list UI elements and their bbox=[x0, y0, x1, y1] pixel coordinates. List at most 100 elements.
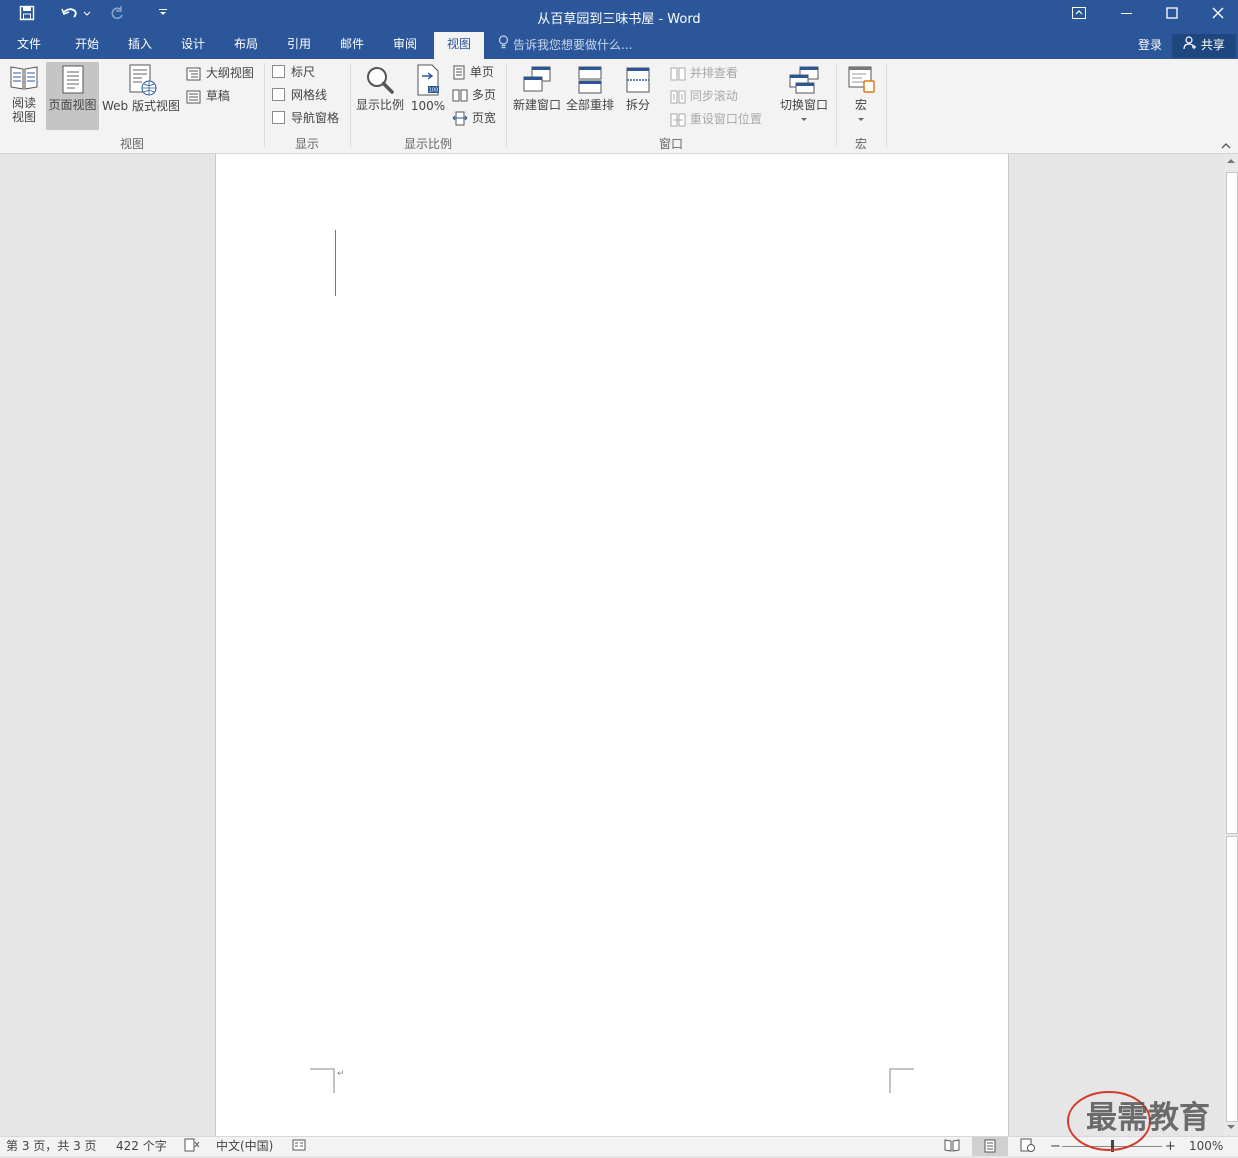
close-icon[interactable] bbox=[1195, 0, 1238, 32]
web-layout-icon bbox=[129, 64, 157, 96]
draft-icon bbox=[186, 90, 201, 103]
print-layout-label: 页面视图 bbox=[48, 98, 97, 112]
share-button[interactable]: 共享 bbox=[1172, 34, 1236, 58]
share-label: 共享 bbox=[1200, 38, 1225, 52]
one-page-label: 单页 bbox=[469, 65, 494, 79]
chevron-down-icon bbox=[858, 118, 864, 121]
zoom-button[interactable]: 显示比例 bbox=[354, 61, 406, 112]
tab-references[interactable]: 引用 bbox=[275, 32, 323, 59]
tab-insert[interactable]: 插入 bbox=[116, 32, 164, 59]
svg-text:↵: ↵ bbox=[337, 1069, 345, 1079]
zoom-out-button[interactable]: − bbox=[1050, 1138, 1061, 1155]
zoom-100-icon: 100 bbox=[417, 64, 439, 96]
nav-pane-label: 导航窗格 bbox=[291, 111, 340, 125]
tab-view[interactable]: 视图 bbox=[434, 32, 484, 59]
print-layout-view-icon[interactable] bbox=[972, 1137, 1008, 1156]
web-layout-button[interactable]: Web 版式视图 bbox=[100, 61, 182, 113]
gridlines-label: 网格线 bbox=[291, 88, 328, 102]
maximize-icon[interactable] bbox=[1149, 0, 1195, 32]
minimize-icon[interactable] bbox=[1104, 0, 1150, 32]
document-page[interactable]: ↵ bbox=[215, 154, 1009, 1136]
macros-group-label: 宏 bbox=[854, 137, 867, 151]
watermark-logo: 最需教育 bbox=[1062, 1086, 1238, 1152]
reset-position-label: 重设窗口位置 bbox=[689, 112, 762, 126]
collapse-ribbon-icon[interactable] bbox=[1220, 139, 1232, 153]
arrange-all-label: 全部重排 bbox=[565, 98, 614, 112]
zoom-100-label: 100% bbox=[410, 99, 446, 113]
lightbulb-icon bbox=[498, 32, 509, 59]
vertical-scrollbar[interactable] bbox=[1224, 154, 1238, 1136]
margin-crop-mark-left: ↵ bbox=[310, 1068, 345, 1093]
tab-review[interactable]: 审阅 bbox=[381, 32, 429, 59]
language-indicator[interactable]: 中文(中国) bbox=[216, 1138, 273, 1155]
page-width-icon bbox=[452, 111, 468, 126]
group-separator bbox=[886, 63, 887, 147]
tab-mailings[interactable]: 邮件 bbox=[328, 32, 376, 59]
read-mode-button[interactable]: 阅读 视图 bbox=[4, 61, 44, 124]
sync-scroll-label: 同步滚动 bbox=[689, 89, 738, 103]
magnifier-icon bbox=[367, 67, 394, 94]
split-button[interactable]: 拆分 bbox=[618, 61, 658, 112]
synchronous-scrolling-button[interactable]: 同步滚动 bbox=[670, 86, 738, 106]
sync-scroll-icon bbox=[670, 90, 686, 103]
arrange-all-button[interactable]: 全部重排 bbox=[564, 61, 616, 112]
page-width-label: 页宽 bbox=[471, 111, 496, 125]
ribbon-display-options-icon[interactable] bbox=[1056, 0, 1102, 32]
ruler-checkbox-box[interactable] bbox=[272, 65, 285, 78]
ruler-label: 标尺 bbox=[291, 65, 316, 79]
window-group-label: 窗口 bbox=[658, 137, 683, 151]
outline-label: 大纲视图 bbox=[205, 66, 254, 80]
gridlines-checkbox[interactable]: 网格线 bbox=[272, 85, 327, 105]
multiple-pages-icon bbox=[452, 89, 468, 102]
page-count[interactable]: 第 3 页，共 3 页 bbox=[6, 1138, 97, 1155]
new-window-icon bbox=[523, 66, 551, 92]
reset-window-position-button[interactable]: 重设窗口位置 bbox=[670, 109, 762, 129]
side-by-side-icon bbox=[670, 67, 686, 80]
view-side-by-side-button[interactable]: 并排查看 bbox=[670, 63, 738, 83]
macros-icon bbox=[848, 66, 875, 93]
multiple-pages-button[interactable]: 多页 bbox=[452, 85, 496, 105]
macro-recording-icon[interactable] bbox=[292, 1138, 306, 1157]
zoom-100-button[interactable]: 100 100% bbox=[408, 61, 448, 113]
one-page-button[interactable]: 单页 bbox=[452, 62, 494, 82]
svg-text:100: 100 bbox=[429, 88, 439, 94]
web-layout-view-icon[interactable] bbox=[1020, 1138, 1036, 1157]
scroll-up-icon[interactable] bbox=[1227, 158, 1235, 164]
macros-button[interactable]: 宏 bbox=[840, 61, 882, 126]
ribbon-tab-bar: 文件 开始 插入 设计 布局 引用 邮件 审阅 视图 告诉我您想要做什么... … bbox=[0, 32, 1238, 59]
proofing-icon[interactable] bbox=[184, 1138, 200, 1157]
switch-windows-label: 切换窗口 bbox=[779, 98, 828, 112]
draft-button[interactable]: 草稿 bbox=[186, 86, 230, 106]
print-layout-button[interactable]: 页面视图 bbox=[46, 62, 99, 130]
nav-pane-checkbox[interactable]: 导航窗格 bbox=[272, 108, 339, 128]
split-icon bbox=[626, 67, 650, 93]
tab-file[interactable]: 文件 bbox=[5, 32, 53, 59]
person-icon bbox=[1183, 35, 1197, 57]
ruler-checkbox[interactable]: 标尺 bbox=[272, 62, 315, 82]
read-mode-view-icon[interactable] bbox=[944, 1138, 960, 1157]
scrollbar-track-upper[interactable] bbox=[1226, 172, 1238, 834]
read-mode-icon bbox=[10, 66, 38, 90]
read-mode-label-1: 阅读 bbox=[11, 96, 36, 110]
zoom-group-label: 显示比例 bbox=[403, 137, 452, 151]
page-width-button[interactable]: 页宽 bbox=[452, 108, 496, 128]
chevron-down-icon bbox=[801, 118, 807, 121]
switch-windows-icon bbox=[789, 66, 819, 94]
arrange-all-icon bbox=[578, 66, 602, 94]
tell-me-search[interactable]: 告诉我您想要做什么... bbox=[498, 32, 632, 59]
tell-me-placeholder: 告诉我您想要做什么... bbox=[513, 38, 633, 52]
web-layout-label: Web 版式视图 bbox=[102, 99, 180, 113]
gridlines-checkbox-box[interactable] bbox=[272, 88, 285, 101]
word-count[interactable]: 422 个字 bbox=[116, 1138, 167, 1155]
nav-pane-checkbox-box[interactable] bbox=[272, 111, 285, 124]
sign-in-link[interactable]: 登录 bbox=[1138, 32, 1162, 59]
scrollbar-thumb[interactable] bbox=[1226, 836, 1238, 1122]
split-label: 拆分 bbox=[625, 98, 650, 112]
tab-design[interactable]: 设计 bbox=[169, 32, 217, 59]
tab-home[interactable]: 开始 bbox=[63, 32, 111, 59]
switch-windows-button[interactable]: 切换窗口 bbox=[776, 61, 832, 126]
outline-button[interactable]: 大纲视图 bbox=[186, 63, 254, 83]
new-window-label: 新建窗口 bbox=[512, 98, 561, 112]
new-window-button[interactable]: 新建窗口 bbox=[510, 61, 564, 112]
tab-layout[interactable]: 布局 bbox=[222, 32, 270, 59]
